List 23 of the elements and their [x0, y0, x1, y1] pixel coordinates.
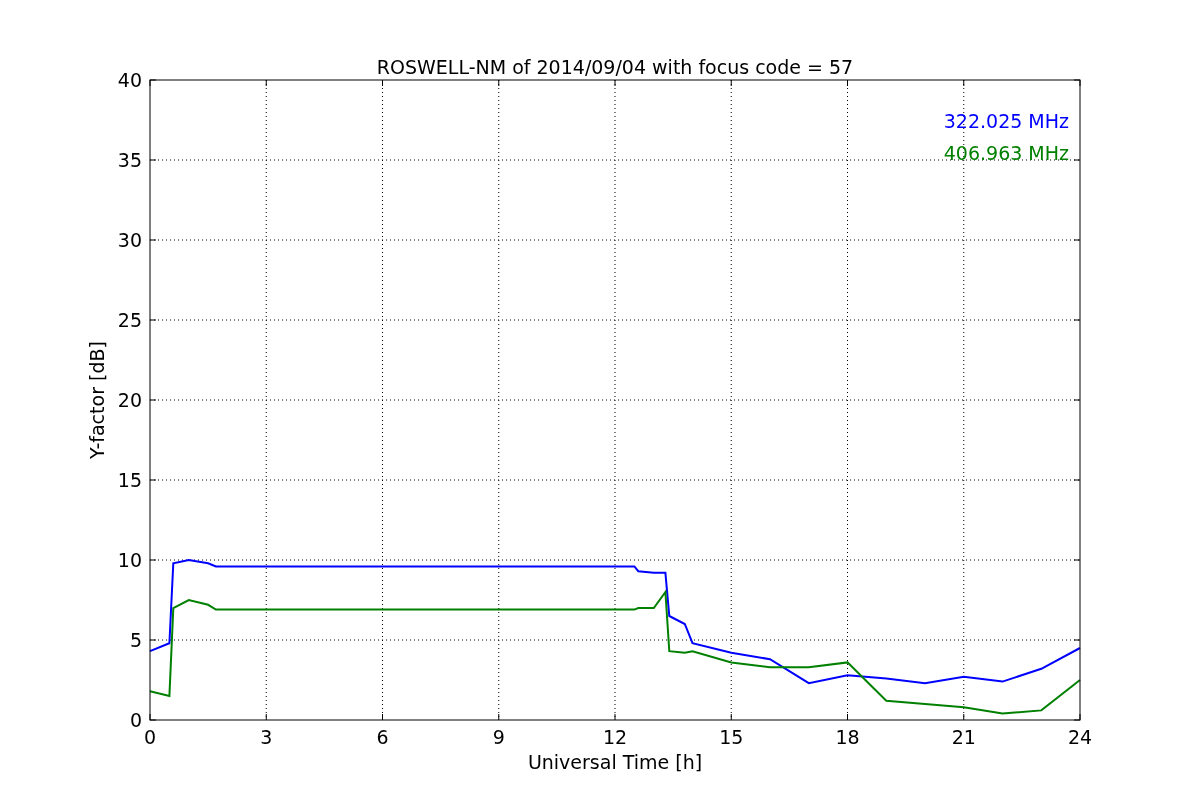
y-tick-label: 0 — [129, 709, 142, 731]
y-tick-label: 35 — [117, 149, 142, 171]
x-tick-label: 9 — [492, 726, 505, 748]
y-axis-label: Y-factor [dB] — [86, 341, 108, 459]
chart-title: ROSWELL-NM of 2014/09/04 with focus code = 57 — [376, 56, 854, 78]
x-axis-label: Universal Time [h] — [527, 751, 703, 773]
x-tick-label: 21 — [951, 726, 976, 748]
y-tick-label: 5 — [129, 629, 142, 651]
y-tick-label: 15 — [117, 469, 142, 491]
x-tick-label: 3 — [260, 726, 273, 748]
y-tick-label: 30 — [117, 229, 142, 251]
y-tick-label: 10 — [117, 549, 142, 571]
x-tick-label: 15 — [719, 726, 744, 748]
x-tick-label: 18 — [835, 726, 860, 748]
x-tick-label: 12 — [602, 726, 628, 748]
x-tick-label: 6 — [376, 726, 389, 748]
y-tick-label: 40 — [117, 69, 142, 91]
y-tick-label: 25 — [117, 309, 142, 331]
x-tick-label: 0 — [143, 726, 157, 748]
legend-label: 322.025 MHz — [943, 110, 1069, 132]
y-tick-label: 20 — [117, 389, 142, 411]
x-tick-label: 24 — [1067, 726, 1093, 748]
legend-label: 406.963 MHz — [943, 142, 1069, 164]
